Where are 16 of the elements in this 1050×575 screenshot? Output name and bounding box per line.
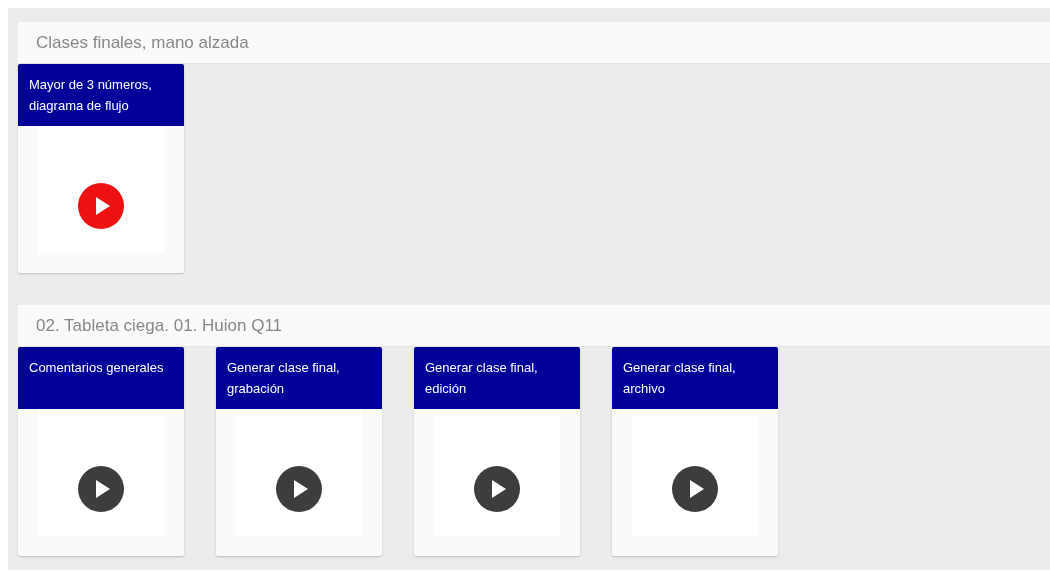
video-card[interactable]: Generar clase final, edición xyxy=(414,347,580,556)
card-title: Mayor de 3 números, diagrama de flujo xyxy=(18,64,184,126)
video-card[interactable]: Mayor de 3 números, diagrama de flujo xyxy=(18,64,184,273)
video-card[interactable]: Generar clase final, grabación xyxy=(216,347,382,556)
play-icon[interactable] xyxy=(474,466,520,512)
play-icon[interactable] xyxy=(78,466,124,512)
card-title: Generar clase final, edición xyxy=(414,347,580,409)
play-icon[interactable] xyxy=(276,466,322,512)
card-title: Comentarios generales xyxy=(18,347,184,409)
card-title: Generar clase final, grabación xyxy=(216,347,382,409)
video-card[interactable]: Comentarios generales xyxy=(18,347,184,556)
section-title: 02. Tableta ciega. 01. Huion Q11 xyxy=(36,314,283,337)
section-title: Clases finales, mano alzada xyxy=(36,31,249,54)
card-title: Generar clase final, archivo xyxy=(612,347,778,409)
play-icon[interactable] xyxy=(672,466,718,512)
video-card[interactable]: Generar clase final, archivo xyxy=(612,347,778,556)
